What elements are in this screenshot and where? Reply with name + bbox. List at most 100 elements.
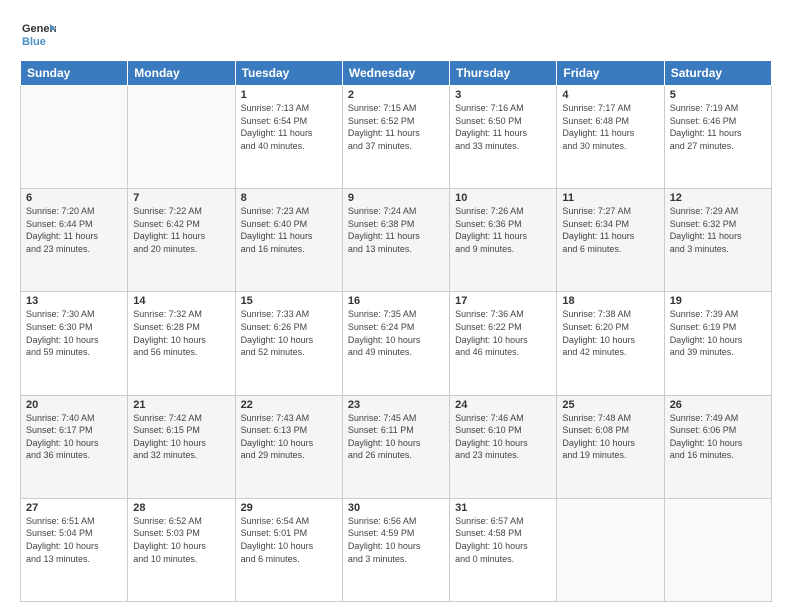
week-row-4: 20Sunrise: 7:40 AM Sunset: 6:17 PM Dayli… <box>21 395 772 498</box>
day-cell: 9Sunrise: 7:24 AM Sunset: 6:38 PM Daylig… <box>342 189 449 292</box>
day-number: 27 <box>26 502 122 514</box>
week-row-1: 1Sunrise: 7:13 AM Sunset: 6:54 PM Daylig… <box>21 86 772 189</box>
day-cell: 22Sunrise: 7:43 AM Sunset: 6:13 PM Dayli… <box>235 395 342 498</box>
day-number: 12 <box>670 192 766 204</box>
day-number: 19 <box>670 295 766 307</box>
day-info: Sunrise: 7:32 AM Sunset: 6:28 PM Dayligh… <box>133 308 229 358</box>
weekday-header-sunday: Sunday <box>21 61 128 86</box>
day-info: Sunrise: 7:40 AM Sunset: 6:17 PM Dayligh… <box>26 412 122 462</box>
day-number: 23 <box>348 399 444 411</box>
day-cell <box>21 86 128 189</box>
day-info: Sunrise: 6:56 AM Sunset: 4:59 PM Dayligh… <box>348 515 444 565</box>
day-info: Sunrise: 7:27 AM Sunset: 6:34 PM Dayligh… <box>562 205 658 255</box>
day-number: 28 <box>133 502 229 514</box>
week-row-5: 27Sunrise: 6:51 AM Sunset: 5:04 PM Dayli… <box>21 498 772 601</box>
calendar-table: SundayMondayTuesdayWednesdayThursdayFrid… <box>20 60 772 602</box>
day-cell: 27Sunrise: 6:51 AM Sunset: 5:04 PM Dayli… <box>21 498 128 601</box>
day-cell: 7Sunrise: 7:22 AM Sunset: 6:42 PM Daylig… <box>128 189 235 292</box>
day-cell: 29Sunrise: 6:54 AM Sunset: 5:01 PM Dayli… <box>235 498 342 601</box>
week-row-3: 13Sunrise: 7:30 AM Sunset: 6:30 PM Dayli… <box>21 292 772 395</box>
day-info: Sunrise: 6:57 AM Sunset: 4:58 PM Dayligh… <box>455 515 551 565</box>
day-info: Sunrise: 7:43 AM Sunset: 6:13 PM Dayligh… <box>241 412 337 462</box>
day-info: Sunrise: 7:30 AM Sunset: 6:30 PM Dayligh… <box>26 308 122 358</box>
day-info: Sunrise: 7:45 AM Sunset: 6:11 PM Dayligh… <box>348 412 444 462</box>
day-number: 8 <box>241 192 337 204</box>
day-number: 9 <box>348 192 444 204</box>
day-info: Sunrise: 7:16 AM Sunset: 6:50 PM Dayligh… <box>455 102 551 152</box>
day-info: Sunrise: 6:51 AM Sunset: 5:04 PM Dayligh… <box>26 515 122 565</box>
day-number: 26 <box>670 399 766 411</box>
day-cell: 18Sunrise: 7:38 AM Sunset: 6:20 PM Dayli… <box>557 292 664 395</box>
day-number: 25 <box>562 399 658 411</box>
day-info: Sunrise: 7:22 AM Sunset: 6:42 PM Dayligh… <box>133 205 229 255</box>
day-number: 13 <box>26 295 122 307</box>
day-number: 7 <box>133 192 229 204</box>
day-info: Sunrise: 7:17 AM Sunset: 6:48 PM Dayligh… <box>562 102 658 152</box>
day-cell: 19Sunrise: 7:39 AM Sunset: 6:19 PM Dayli… <box>664 292 771 395</box>
day-cell: 12Sunrise: 7:29 AM Sunset: 6:32 PM Dayli… <box>664 189 771 292</box>
day-cell: 13Sunrise: 7:30 AM Sunset: 6:30 PM Dayli… <box>21 292 128 395</box>
day-number: 21 <box>133 399 229 411</box>
day-number: 14 <box>133 295 229 307</box>
day-info: Sunrise: 7:49 AM Sunset: 6:06 PM Dayligh… <box>670 412 766 462</box>
day-number: 17 <box>455 295 551 307</box>
day-cell: 23Sunrise: 7:45 AM Sunset: 6:11 PM Dayli… <box>342 395 449 498</box>
day-cell: 8Sunrise: 7:23 AM Sunset: 6:40 PM Daylig… <box>235 189 342 292</box>
day-info: Sunrise: 7:15 AM Sunset: 6:52 PM Dayligh… <box>348 102 444 152</box>
day-cell: 11Sunrise: 7:27 AM Sunset: 6:34 PM Dayli… <box>557 189 664 292</box>
day-cell: 31Sunrise: 6:57 AM Sunset: 4:58 PM Dayli… <box>450 498 557 601</box>
day-info: Sunrise: 7:39 AM Sunset: 6:19 PM Dayligh… <box>670 308 766 358</box>
day-cell <box>557 498 664 601</box>
day-number: 1 <box>241 89 337 101</box>
day-info: Sunrise: 7:35 AM Sunset: 6:24 PM Dayligh… <box>348 308 444 358</box>
day-number: 4 <box>562 89 658 101</box>
logo-icon: General Blue <box>20 16 56 52</box>
weekday-header-wednesday: Wednesday <box>342 61 449 86</box>
day-cell: 15Sunrise: 7:33 AM Sunset: 6:26 PM Dayli… <box>235 292 342 395</box>
day-info: Sunrise: 7:33 AM Sunset: 6:26 PM Dayligh… <box>241 308 337 358</box>
day-cell: 5Sunrise: 7:19 AM Sunset: 6:46 PM Daylig… <box>664 86 771 189</box>
calendar-page: General Blue SundayMondayTuesdayWednesda… <box>0 0 792 612</box>
day-info: Sunrise: 7:46 AM Sunset: 6:10 PM Dayligh… <box>455 412 551 462</box>
day-number: 18 <box>562 295 658 307</box>
weekday-header-row: SundayMondayTuesdayWednesdayThursdayFrid… <box>21 61 772 86</box>
day-info: Sunrise: 7:19 AM Sunset: 6:46 PM Dayligh… <box>670 102 766 152</box>
logo: General Blue <box>20 16 56 52</box>
day-number: 16 <box>348 295 444 307</box>
header: General Blue <box>20 16 772 52</box>
day-cell: 20Sunrise: 7:40 AM Sunset: 6:17 PM Dayli… <box>21 395 128 498</box>
weekday-header-tuesday: Tuesday <box>235 61 342 86</box>
day-cell: 4Sunrise: 7:17 AM Sunset: 6:48 PM Daylig… <box>557 86 664 189</box>
week-row-2: 6Sunrise: 7:20 AM Sunset: 6:44 PM Daylig… <box>21 189 772 292</box>
day-cell: 2Sunrise: 7:15 AM Sunset: 6:52 PM Daylig… <box>342 86 449 189</box>
day-cell: 3Sunrise: 7:16 AM Sunset: 6:50 PM Daylig… <box>450 86 557 189</box>
day-info: Sunrise: 7:48 AM Sunset: 6:08 PM Dayligh… <box>562 412 658 462</box>
day-info: Sunrise: 7:13 AM Sunset: 6:54 PM Dayligh… <box>241 102 337 152</box>
day-cell: 24Sunrise: 7:46 AM Sunset: 6:10 PM Dayli… <box>450 395 557 498</box>
day-info: Sunrise: 6:52 AM Sunset: 5:03 PM Dayligh… <box>133 515 229 565</box>
day-number: 31 <box>455 502 551 514</box>
day-cell: 14Sunrise: 7:32 AM Sunset: 6:28 PM Dayli… <box>128 292 235 395</box>
day-cell: 26Sunrise: 7:49 AM Sunset: 6:06 PM Dayli… <box>664 395 771 498</box>
day-number: 15 <box>241 295 337 307</box>
weekday-header-friday: Friday <box>557 61 664 86</box>
svg-text:Blue: Blue <box>22 36 46 48</box>
day-cell: 10Sunrise: 7:26 AM Sunset: 6:36 PM Dayli… <box>450 189 557 292</box>
weekday-header-monday: Monday <box>128 61 235 86</box>
day-info: Sunrise: 7:26 AM Sunset: 6:36 PM Dayligh… <box>455 205 551 255</box>
day-cell: 1Sunrise: 7:13 AM Sunset: 6:54 PM Daylig… <box>235 86 342 189</box>
day-number: 20 <box>26 399 122 411</box>
day-number: 6 <box>26 192 122 204</box>
day-cell: 16Sunrise: 7:35 AM Sunset: 6:24 PM Dayli… <box>342 292 449 395</box>
day-info: Sunrise: 7:42 AM Sunset: 6:15 PM Dayligh… <box>133 412 229 462</box>
day-cell: 21Sunrise: 7:42 AM Sunset: 6:15 PM Dayli… <box>128 395 235 498</box>
day-number: 2 <box>348 89 444 101</box>
day-number: 3 <box>455 89 551 101</box>
day-number: 11 <box>562 192 658 204</box>
weekday-header-saturday: Saturday <box>664 61 771 86</box>
day-number: 22 <box>241 399 337 411</box>
day-info: Sunrise: 7:36 AM Sunset: 6:22 PM Dayligh… <box>455 308 551 358</box>
day-number: 5 <box>670 89 766 101</box>
day-info: Sunrise: 7:20 AM Sunset: 6:44 PM Dayligh… <box>26 205 122 255</box>
day-cell <box>664 498 771 601</box>
